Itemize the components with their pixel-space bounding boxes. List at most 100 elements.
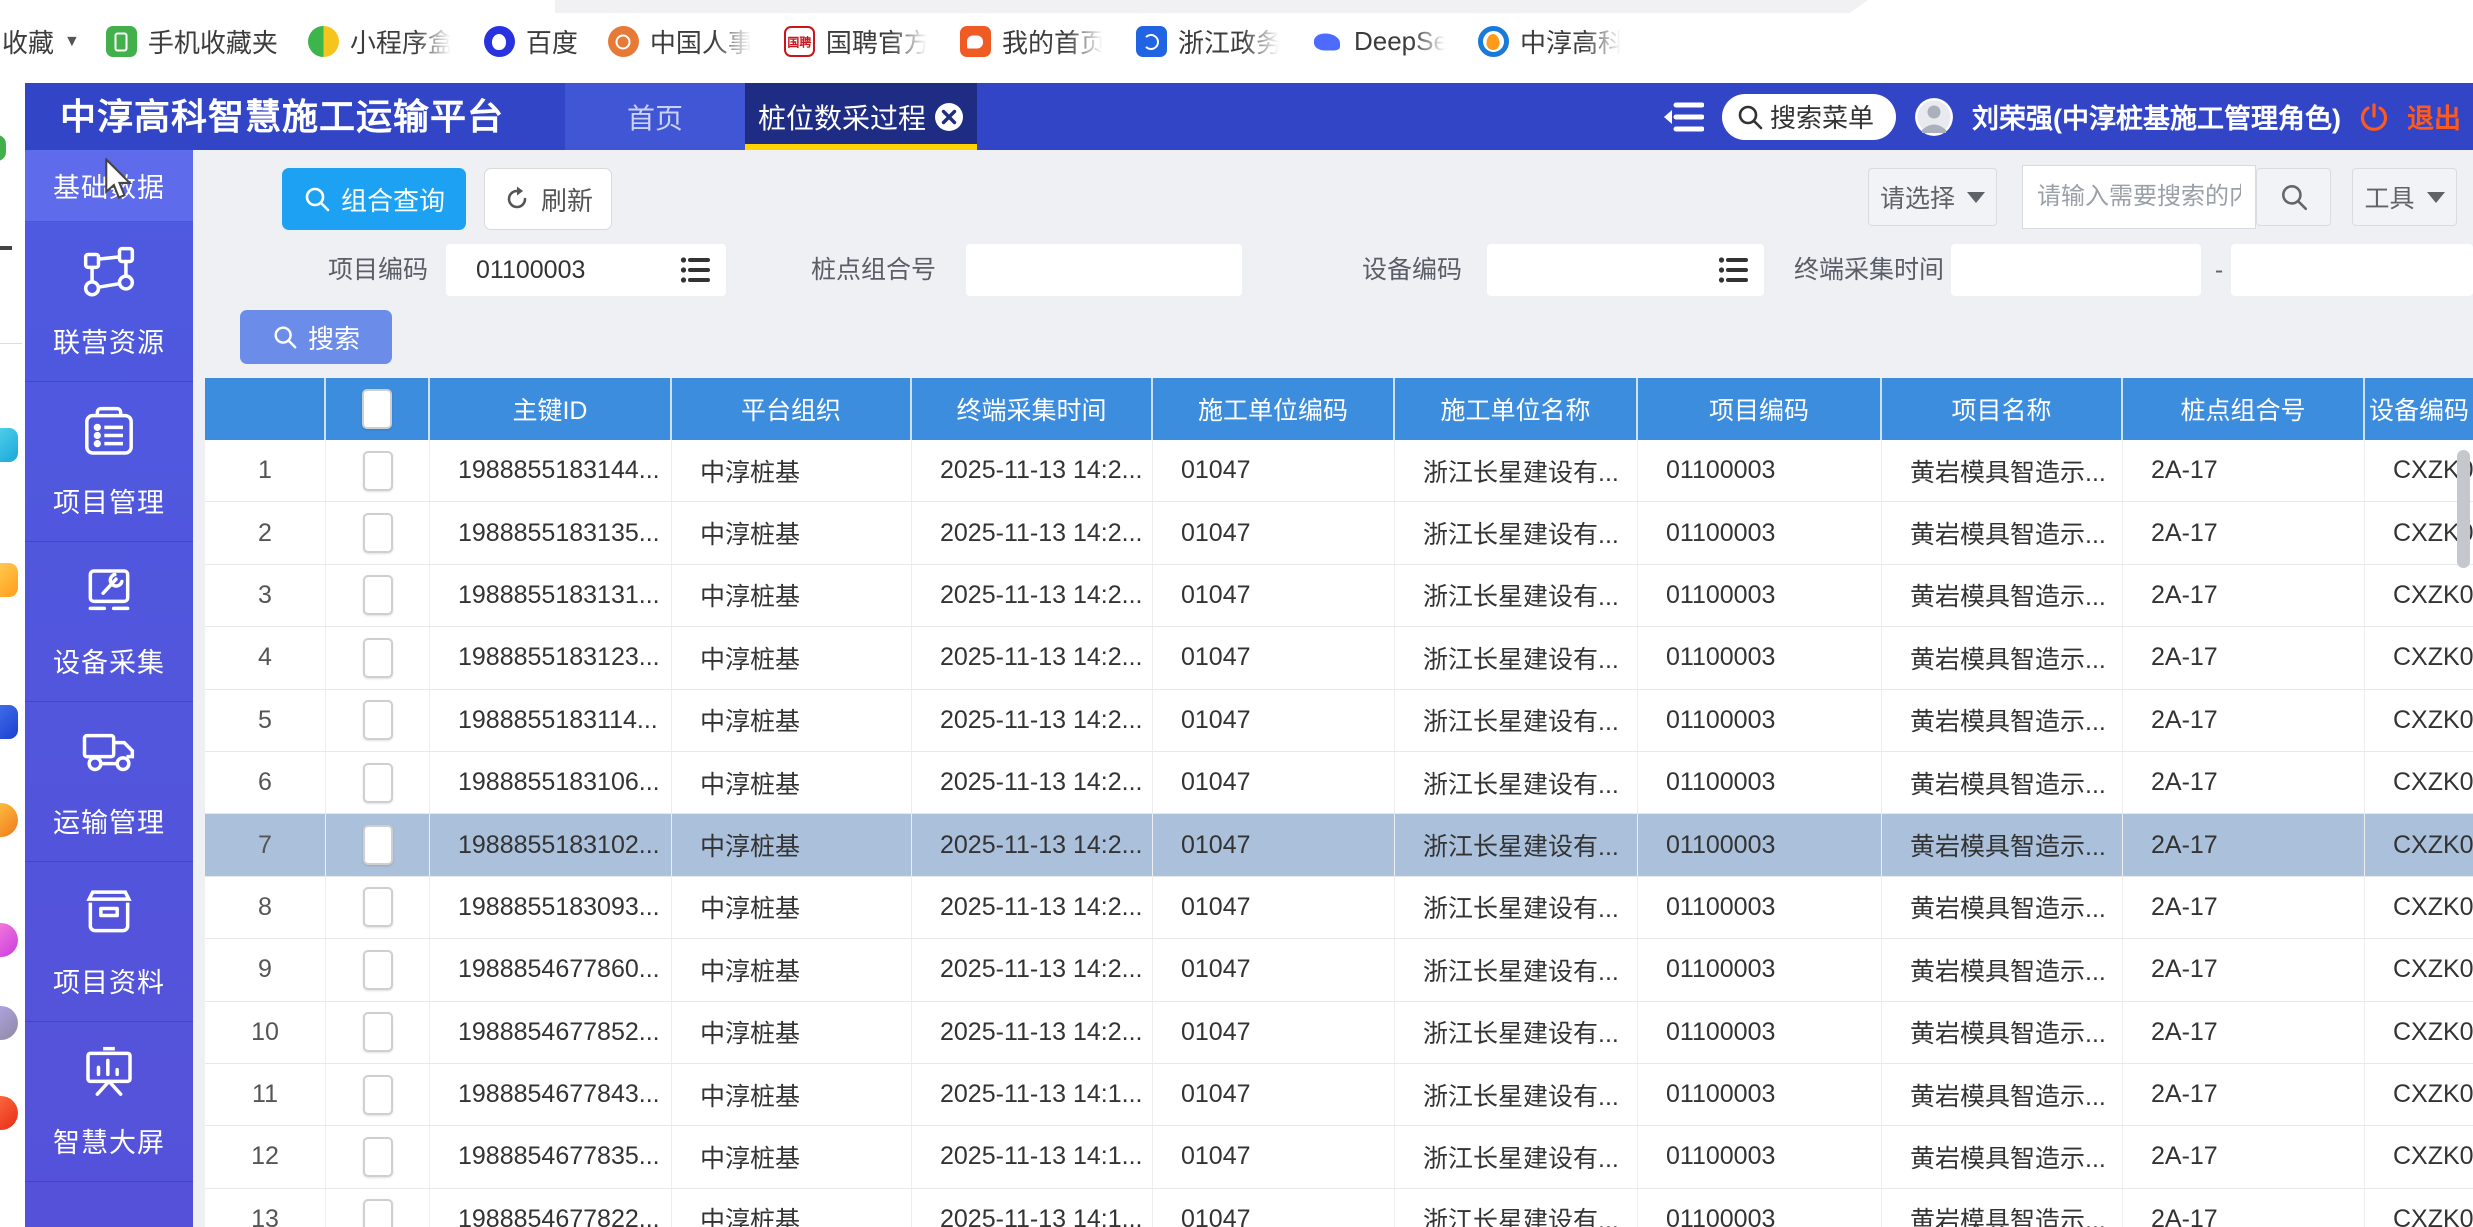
table-row[interactable]: 13 1988854677822... 中淳桩基 2025-11-13 14:1…: [205, 1189, 2473, 1227]
row-checkbox[interactable]: [363, 451, 393, 491]
table-row[interactable]: 9 1988854677860... 中淳桩基 2025-11-13 14:2.…: [205, 939, 2473, 1001]
side-app-icon[interactable]: [0, 705, 18, 739]
side-app-icon[interactable]: [0, 428, 18, 462]
side-app-icon[interactable]: [0, 135, 6, 161]
cell-project-name: 黄岩模具智造示...: [1882, 877, 2123, 938]
row-checkbox[interactable]: [363, 1075, 393, 1115]
sidebar-item-3[interactable]: 项目管理: [25, 382, 193, 542]
row-checkbox[interactable]: [363, 700, 393, 740]
table-row[interactable]: 4 1988855183123... 中淳桩基 2025-11-13 14:2.…: [205, 627, 2473, 689]
cell-project-name: 黄岩模具智造示...: [1882, 1064, 2123, 1125]
cell-unit-name: 浙江长星建设有...: [1395, 502, 1638, 563]
table-row[interactable]: 11 1988854677843... 中淳桩基 2025-11-13 14:1…: [205, 1064, 2473, 1126]
table-row[interactable]: 6 1988855183106... 中淳桩基 2025-11-13 14:2.…: [205, 752, 2473, 814]
row-checkbox[interactable]: [363, 1199, 393, 1227]
table-row[interactable]: 3 1988855183131... 中淳桩基 2025-11-13 14:2.…: [205, 565, 2473, 627]
header-device-code[interactable]: 设备编码: [2365, 378, 2473, 440]
search-button[interactable]: 搜索: [240, 310, 392, 364]
sidebar-item-7[interactable]: 智慧大屏: [25, 1022, 193, 1182]
tab-home[interactable]: 首页: [565, 83, 745, 150]
bookmark-item[interactable]: 中淳高科: [1478, 23, 1624, 60]
power-icon[interactable]: [2359, 102, 2389, 132]
table-row[interactable]: 10 1988854677852... 中淳桩基 2025-11-13 14:2…: [205, 1002, 2473, 1064]
header-collect-time[interactable]: 终端采集时间: [912, 378, 1153, 440]
user-avatar[interactable]: [1914, 97, 1954, 137]
table-row[interactable]: 2 1988855183135... 中淳桩基 2025-11-13 14:2.…: [205, 502, 2473, 564]
table-row[interactable]: 5 1988855183114... 中淳桩基 2025-11-13 14:2.…: [205, 690, 2473, 752]
tools-dropdown[interactable]: 工具: [2352, 168, 2457, 226]
cell-platform-org: 中淳桩基: [672, 1126, 912, 1187]
row-checkbox[interactable]: [363, 638, 393, 678]
bookmark-item[interactable]: 中国人事: [608, 23, 754, 60]
row-index: 11: [205, 1064, 326, 1125]
sidebar-item-1[interactable]: 基础数据: [25, 150, 193, 222]
refresh-button[interactable]: 刷新: [484, 168, 612, 230]
bookmark-item[interactable]: 小程序盒: [308, 23, 454, 60]
bookmark-item[interactable]: 我的首页: [960, 23, 1106, 60]
device-code-label: 设备编码: [1350, 244, 1462, 296]
search-menu-button[interactable]: 搜索菜单: [1722, 94, 1896, 140]
cell-primary-id: 1988854677843...: [430, 1064, 672, 1125]
bookmark-item[interactable]: 百度: [484, 23, 578, 60]
combo-query-button[interactable]: 组合查询: [282, 168, 466, 230]
cell-project-name: 黄岩模具智造示...: [1882, 565, 2123, 626]
close-icon[interactable]: [934, 102, 964, 132]
cell-project-code: 01100003: [1638, 939, 1882, 1000]
bookmark-item[interactable]: 浙江政务: [1136, 23, 1282, 60]
pile-group-input[interactable]: [966, 244, 1242, 296]
header-unit-name[interactable]: 施工单位名称: [1395, 378, 1638, 440]
pick-list-icon[interactable]: [1718, 256, 1748, 284]
search-field-select[interactable]: 请选择: [1868, 168, 1997, 226]
quick-search-button[interactable]: [2256, 168, 2331, 226]
row-checkbox[interactable]: [363, 825, 393, 865]
table-row[interactable]: 8 1988855183093... 中淳桩基 2025-11-13 14:2.…: [205, 877, 2473, 939]
cell-collect-time: 2025-11-13 14:2...: [912, 877, 1153, 938]
project-folder-icon: [81, 404, 137, 465]
table-row[interactable]: 12 1988854677835... 中淳桩基 2025-11-13 14:1…: [205, 1126, 2473, 1188]
header-unit-code[interactable]: 施工单位编码: [1153, 378, 1395, 440]
collect-time-to-input[interactable]: [2231, 244, 2473, 296]
sidebar-item-2[interactable]: 联营资源: [25, 222, 193, 382]
pick-list-icon[interactable]: [680, 256, 710, 284]
cell-platform-org: 中淳桩基: [672, 502, 912, 563]
side-app-icon[interactable]: [0, 1006, 18, 1040]
side-minimize-icon[interactable]: [0, 246, 12, 250]
favorites-menu[interactable]: 收藏 ▼: [2, 23, 80, 60]
collapse-menu-icon[interactable]: [1662, 100, 1704, 134]
row-checkbox[interactable]: [363, 513, 393, 553]
side-app-icon[interactable]: [0, 1096, 18, 1130]
cell-platform-org: 中淳桩基: [672, 440, 912, 501]
side-app-icon[interactable]: [0, 803, 18, 837]
bookmark-item[interactable]: DeepSe: [1312, 26, 1448, 57]
side-app-icon[interactable]: [0, 563, 18, 597]
cell-project-name: 黄岩模具智造示...: [1882, 690, 2123, 751]
row-checkbox[interactable]: [363, 1012, 393, 1052]
side-app-icon[interactable]: [0, 923, 18, 957]
row-checkbox[interactable]: [363, 1137, 393, 1177]
sidebar-item-4[interactable]: 设备采集: [25, 542, 193, 702]
select-all-checkbox[interactable]: [362, 389, 392, 429]
bookmark-item[interactable]: 手机收藏夹: [106, 23, 278, 60]
quick-search-input[interactable]: [2022, 165, 2256, 229]
bookmark-item[interactable]: 国聘 国聘官方: [784, 23, 930, 60]
sidebar-item-6[interactable]: 项目资料: [25, 862, 193, 1022]
row-index: 10: [205, 1002, 326, 1063]
header-project-name[interactable]: 项目名称: [1882, 378, 2123, 440]
collect-time-from-input[interactable]: [1951, 244, 2201, 296]
app-header: 中淳高科智慧施工运输平台 首页 桩位数采过程 搜索菜单: [25, 83, 2473, 150]
row-checkbox[interactable]: [363, 887, 393, 927]
row-checkbox[interactable]: [363, 763, 393, 803]
sidebar-item-5[interactable]: 运输管理: [25, 702, 193, 862]
table-row[interactable]: 1 1988855183144... 中淳桩基 2025-11-13 14:2.…: [205, 440, 2473, 502]
header-platform-org[interactable]: 平台组织: [672, 378, 912, 440]
table-row[interactable]: 7 1988855183102... 中淳桩基 2025-11-13 14:2.…: [205, 814, 2473, 876]
cell-primary-id: 1988854677835...: [430, 1126, 672, 1187]
header-pile-group[interactable]: 桩点组合号: [2123, 378, 2365, 440]
header-primary-id[interactable]: 主键ID: [430, 378, 672, 440]
logout-button[interactable]: 退出: [2407, 97, 2461, 136]
row-checkbox[interactable]: [363, 575, 393, 615]
tab-pile-data-collection[interactable]: 桩位数采过程: [745, 83, 977, 150]
header-project-code[interactable]: 项目编码: [1638, 378, 1882, 440]
vertical-scrollbar-thumb[interactable]: [2457, 450, 2470, 568]
row-checkbox[interactable]: [363, 950, 393, 990]
